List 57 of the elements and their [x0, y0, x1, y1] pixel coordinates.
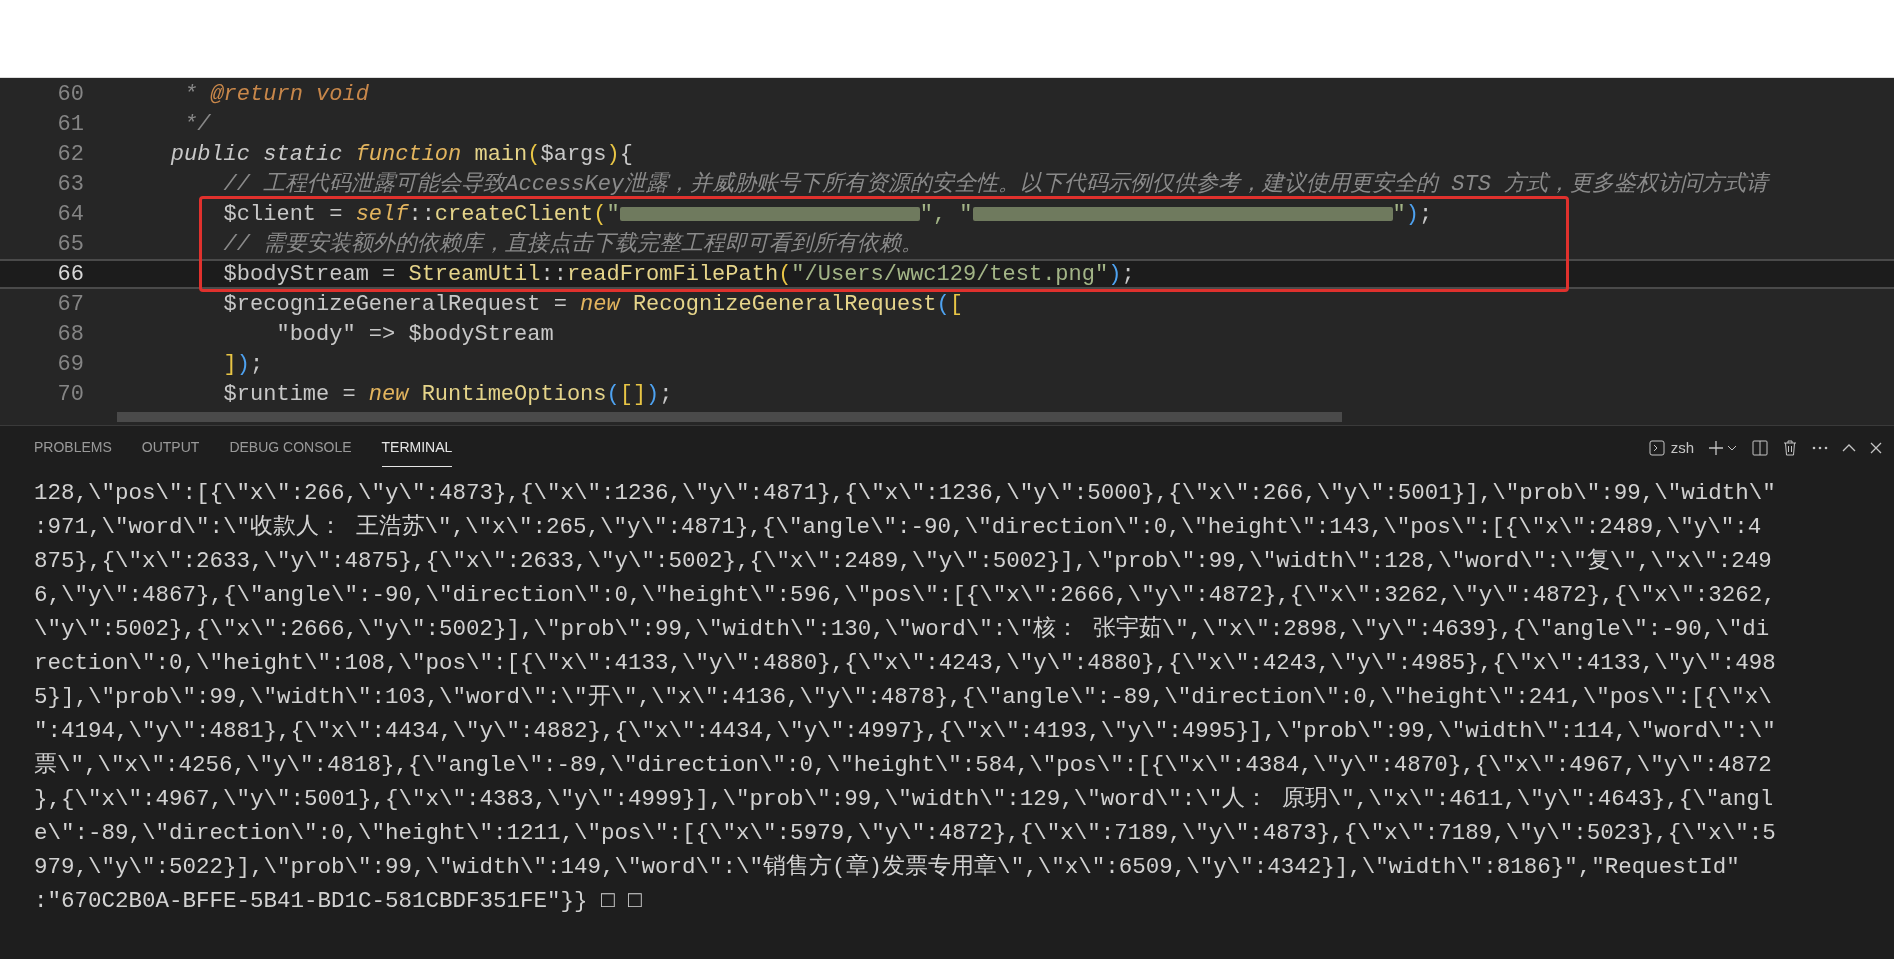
terminal-icon: [1648, 440, 1665, 456]
line-number: 60: [56, 80, 84, 109]
code-text: ): [1405, 201, 1419, 227]
code-text: ;: [1418, 201, 1433, 227]
code-line: // 工程代码泄露可能会导致AccessKey泄露，并威胁账号下所有资源的安全性。以下代码示例仅供参考，建议使用更安全的 STS 方式，更多鉴权访问方式请: [222, 170, 1769, 199]
code-text: self: [355, 201, 409, 227]
terminal-output-line: },{\"x\":4967,\"y\":5001},{\"x\":4383,\"y\":4999}],\"prob\":99,\"width\":129,\"word\":\"人： 原玥\",\"x\":4611,\"y\":4643},{\"angl: [34, 785, 1775, 814]
terminal-output-line: 票\",\"x\":4256,\"y\":4818},{\"angle\":-89,\"direction\":0,\"height\":584,\"pos\":[{\"x\":4384,\"y\":4870},{\"x\":4967,\"y\":4872: [34, 751, 1773, 780]
terminal-output-line: 128,\"pos\":[{\"x\":266,\"y\":4873},{\"x\":1236,\"y\":4871},{\"x\":1236,\"y\":5000},{\"x\":266,\"y\":5001}],\"prob\":99,\"width\": [34, 479, 1777, 508]
line-number: 69: [56, 350, 84, 379]
code-text: ": [606, 201, 620, 227]
line-number: 66: [56, 260, 84, 289]
code-line: public static function main($args){: [169, 140, 633, 169]
split-icon[interactable]: [1752, 440, 1768, 456]
code-line: $bodyStream = StreamUtil::readFromFilePath("/Users/wwc129/test.png");: [222, 260, 1135, 289]
code-line: */: [183, 110, 211, 139]
panel-tab[interactable]: DEBUG CONSOLE: [229, 429, 352, 467]
terminal-output-line: 6,\"y\":4867},{\"angle\":-90,\"direction\":0,\"height\":596,\"pos\":[{\"x\":2666,\"y\":4872},{\"x\":3262,\"y\":4872},{\"x\":3262,: [34, 581, 1777, 610]
code-line: $runtime = new RuntimeOptions([]);: [222, 380, 673, 409]
terminal-output-line: 979,\"y\":5022}],\"prob\":99,\"width\":149,\"word\":\"销售方(章)发票专用章\",\"x\":6509,\"y\":4342}],\"width\":8186}","RequestId": [34, 852, 1741, 882]
new-terminal-button[interactable]: [1708, 440, 1738, 456]
code-text: ", ": [919, 201, 973, 227]
terminal-output-line: 5}],\"prob\":99,\"width\":103,\"word\":\"开\",\"x\":4136,\"y\":4878},{\"angle\":-89,\"direction\":0,\"height\":241,\"pos\":[{\"x\: [34, 683, 1773, 712]
line-number: 67: [56, 290, 84, 319]
line-number: 63: [56, 170, 84, 199]
trash-icon[interactable]: [1782, 440, 1798, 456]
shell-selector[interactable]: zsh: [1648, 436, 1694, 460]
more-icon[interactable]: [1812, 446, 1828, 450]
panel-tab[interactable]: PROBLEMS: [34, 429, 112, 467]
terminal-output-line: :"670C2B0A-BFFE-5B41-BD1C-581CBDF351FE"}} □ □: [34, 887, 643, 916]
terminal-output-line: 875},{\"x\":2633,\"y\":4875},{\"x\":2633,\"y\":5002},{\"x\":2489,\"y\":5002}],\"prob\":99,\"width\":128,\"word\":\"复\",\"x\":249: [34, 547, 1773, 576]
terminal-output-line: ":4194,\"y\":4881},{\"x\":4434,\"y\":4882},{\"x\":4434,\"y\":4997},{\"x\":4193,\"y\":4995}],\"prob\":99,\"width\":114,\"word\":\": [34, 717, 1777, 746]
code-line: // 需要安装额外的依赖库，直接点击下载完整工程即可看到所有依赖。: [222, 230, 924, 259]
terminal-output-line: e\":-89,\"direction\":0,\"height\":1211,\"pos\":[{\"x\":5979,\"y\":4872},{\"x\":7189,\"y\":4873},{\"x\":7189,\"y\":5023},{\"x\":5: [34, 819, 1777, 848]
code-text: ::: [408, 201, 435, 227]
code-text: (: [593, 201, 607, 227]
line-number: 65: [56, 230, 84, 259]
panel-tab[interactable]: TERMINAL: [381, 429, 453, 467]
line-number: 61: [56, 110, 84, 139]
terminal-output-line: :971,\"word\":\"收款人： 王浩苏\",\"x\":265,\"y\":4871},{\"angle\":-90,\"direction\":0,\"height\":143,\"pos\":[{\"x\":2489,\"y\":4: [34, 513, 1763, 542]
code-line: "body" => $bodyStream: [275, 320, 554, 349]
line-number: 68: [56, 320, 84, 349]
code-text: ": [1392, 201, 1406, 227]
code-line: * @return void: [183, 80, 369, 109]
code-line: ]);: [222, 350, 264, 379]
terminal-output-line: rection\":0,\"height\":108,\"pos\":[{\"x\":4133,\"y\":4880},{\"x\":4243,\"y\":4880},{\"x\":4243,\"y\":4985},{\"x\":4133,\"y\":498: [34, 649, 1777, 678]
line-number: 62: [56, 140, 84, 169]
line-number: 70: [56, 380, 84, 409]
code-text: createClient: [434, 201, 594, 227]
scrollbar[interactable]: [117, 412, 1342, 422]
panel-tab[interactable]: OUTPUT: [141, 429, 200, 467]
close-icon[interactable]: [1870, 442, 1882, 454]
code-line: $recognizeGeneralRequest = new RecognizeGeneralRequest([: [222, 290, 963, 319]
code-text: $client =: [222, 201, 344, 227]
terminal-output-line: \"y\":5002},{\"x\":2666,\"y\":5002}],\"prob\":99,\"width\":130,\"word\":\"核： 张宇茹\",\"x\":2898,\"y\":4639},{\"angle\":-90,\"di: [34, 614, 1771, 644]
line-number: 64: [56, 200, 84, 229]
chevron-up-icon[interactable]: [1842, 444, 1856, 452]
